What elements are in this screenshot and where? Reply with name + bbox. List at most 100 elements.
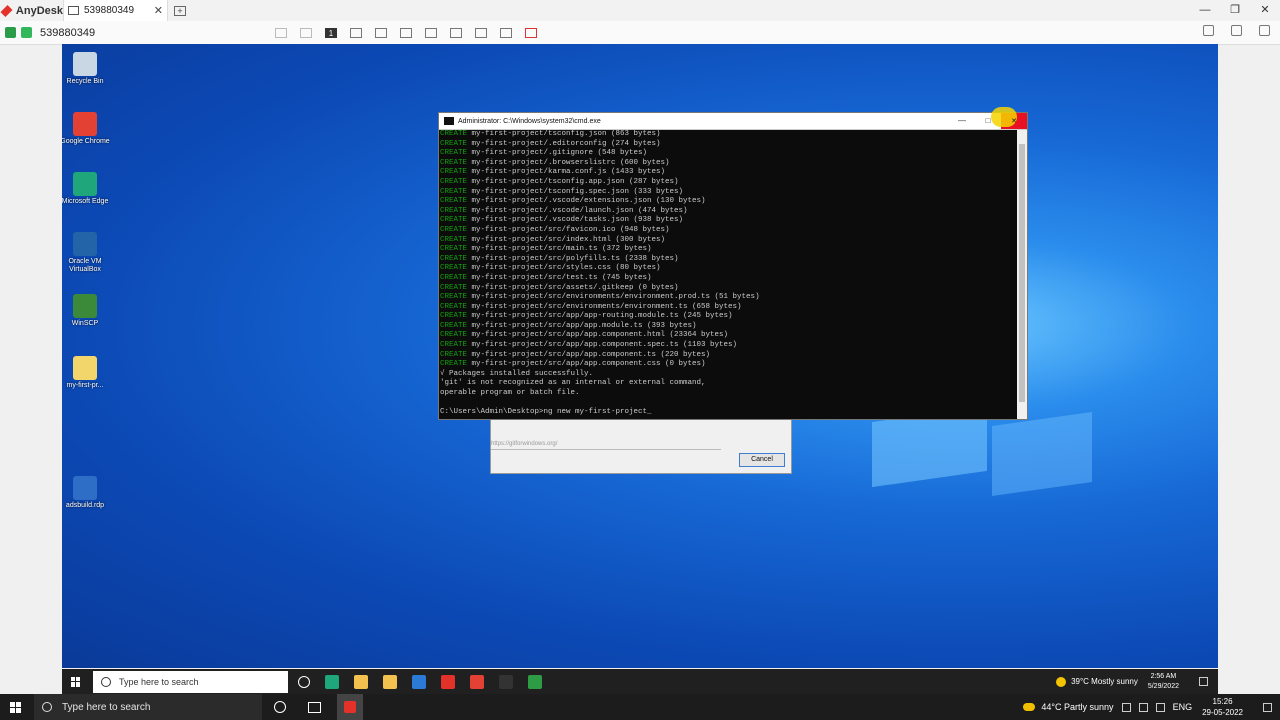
cmd-minimize-button[interactable]: — [949,113,975,129]
create-keyword: CREATE [440,187,468,196]
create-keyword: CREATE [440,216,468,225]
session-tab[interactable]: 539880349 ✕ [63,0,168,21]
created-file-path: my-first-project/src/assets/.gitkeep (0 … [467,283,679,292]
remote-system-tray: 39°C Mostly sunny 2:56 AM 5/29/2022 [1056,669,1208,694]
record-icon[interactable] [525,27,537,38]
local-weather[interactable]: 44°C Partly sunny [1041,702,1113,712]
taskbar-anydesk-app[interactable] [337,694,363,720]
created-file-path: my-first-project/src/styles.css (80 byte… [467,264,661,273]
display-icon[interactable] [450,27,462,38]
tray-chevron-icon[interactable] [1121,702,1131,712]
create-keyword: CREATE [440,206,468,215]
desktop-icon-winscp[interactable]: WinSCP [62,294,110,328]
desktop-icon-recycle-bin[interactable]: Recycle Bin [62,52,110,86]
created-file-path: my-first-project/src/polyfills.ts (2338 … [467,254,679,263]
created-file-path: my-first-project/karma.conf.js (1433 byt… [467,168,666,177]
create-keyword: CREATE [440,139,468,148]
cortana-icon[interactable] [298,675,310,688]
notification-icon[interactable] [1199,677,1208,686]
minimize-button[interactable]: — [1190,0,1220,21]
search-box[interactable]: Type here to search [34,694,262,720]
cmd-scrollbar[interactable] [1017,130,1027,419]
taskbar-app-icon[interactable] [528,674,542,689]
cmd-window[interactable]: Administrator: C:\Windows\system32\cmd.e… [438,107,1028,420]
close-button[interactable]: ✕ [1250,0,1280,21]
cmd-output-line: CREATE my-first-project/src/environments… [440,293,1018,303]
lock-icon[interactable] [300,27,312,38]
create-keyword: CREATE [440,254,468,263]
desktop-icon-label: Oracle VM VirtualBox [68,258,102,273]
create-keyword: CREATE [440,130,468,138]
local-clock[interactable]: 15:26 29-05-2022 [1202,696,1243,718]
actions-icon[interactable] [400,27,412,38]
volume-icon[interactable] [1155,702,1165,712]
cmd-icon [444,117,454,125]
favorite-icon[interactable] [275,27,287,38]
taskbar-app-icon[interactable] [470,674,484,689]
remote-search-box[interactable]: Type here to search [93,670,288,693]
remote-desktop[interactable]: Recycle Bin Google Chrome Microsoft Edge… [62,44,1218,668]
search-icon [101,676,111,687]
file-icon[interactable] [1231,25,1242,36]
created-file-path: my-first-project/tsconfig.json (863 byte… [467,130,661,138]
created-file-path: my-first-project/src/environments/enviro… [467,302,742,311]
created-file-path: my-first-project/.gitignore (548 bytes) [467,149,648,158]
taskbar-app-icon[interactable] [383,674,397,689]
remote-weather[interactable]: 39°C Mostly sunny [1071,677,1138,686]
create-keyword: CREATE [440,149,468,158]
cmd-output-line: CREATE my-first-project/src/main.ts (372… [440,245,1018,255]
create-keyword: CREATE [440,197,468,206]
cmd-output-line: CREATE my-first-project/src/app/app.comp… [440,360,1018,370]
transfer-icon[interactable] [350,27,362,38]
desktop-icon-label: Recycle Bin [66,78,104,85]
keyboard-icon[interactable] [425,27,437,38]
anydesk-logo: AnyDesk [0,5,63,17]
cmd-output-line: CREATE my-first-project/.editorconfig (2… [440,140,1018,150]
created-file-path: my-first-project/.browserslistrc (600 by… [467,158,670,167]
cmd-titlebar[interactable]: Administrator: C:\Windows\system32\cmd.e… [439,107,1027,130]
desktop-icon-rdp[interactable]: adsbuild.rdp [62,476,110,510]
desktop-icon-chrome[interactable]: Google Chrome [62,112,110,146]
start-button[interactable] [10,701,21,713]
cmd-output-line: CREATE my-first-project/src/app/app.modu… [440,322,1018,332]
task-view-icon[interactable] [308,701,321,713]
cmd-prompt[interactable]: C:\Users\Admin\Desktop>ng new my-first-p… [440,408,1018,418]
taskbar-app-icon[interactable] [499,674,513,689]
cmd-scrollbar-thumb[interactable] [1019,144,1025,402]
whiteboard-icon[interactable] [500,27,512,38]
remote-time: 2:56 AM [1150,672,1177,680]
cmd-output-line: CREATE my-first-project/src/styles.css (… [440,264,1018,274]
desktop-icon-edge[interactable]: Microsoft Edge [62,172,110,206]
created-file-path: my-first-project/src/app/app.component.s… [467,341,738,350]
menu-icon[interactable] [1259,25,1270,36]
create-keyword: CREATE [440,331,468,340]
create-keyword: CREATE [440,321,468,330]
chat-icon[interactable] [375,27,387,38]
cortana-icon[interactable] [274,701,286,713]
cmd-close-button[interactable]: ✕ [991,107,1027,129]
display-1-button[interactable]: 1 [325,27,337,38]
restore-button[interactable]: ❐ [1220,0,1250,21]
desktop-icon-virtualbox[interactable]: Oracle VM VirtualBox [62,232,110,274]
desktop-icon-label: Microsoft Edge [62,198,109,205]
taskbar-app-icon[interactable] [441,674,455,689]
remote-start-button[interactable] [71,676,81,687]
taskbar-app-icon[interactable] [325,674,339,689]
remote-clock[interactable]: 2:56 AM 5/29/2022 [1148,672,1179,692]
close-tab-icon[interactable]: ✕ [154,4,163,17]
history-icon[interactable] [1203,25,1214,36]
notification-icon[interactable] [1263,702,1272,712]
new-tab-button[interactable]: + [174,5,186,16]
permissions-icon[interactable] [475,27,487,38]
network-icon[interactable] [1138,702,1148,712]
created-file-path: my-first-project/src/main.ts (372 bytes) [467,245,652,254]
desktop-icon-project-folder[interactable]: my-first-pr... [62,356,110,390]
cmd-output[interactable]: CREATE my-first-project/tsconfig.json (8… [439,130,1018,419]
created-file-path: my-first-project/src/app/app.module.ts (… [467,321,697,330]
remote-address[interactable]: 539880349 [40,27,220,39]
dialog-url[interactable]: https://gitforwindows.org/ [491,441,557,447]
cancel-button[interactable]: Cancel [739,453,785,467]
taskbar-app-icon[interactable] [354,674,368,689]
language-indicator[interactable]: ENG [1173,702,1193,712]
taskbar-app-icon[interactable] [412,674,426,689]
